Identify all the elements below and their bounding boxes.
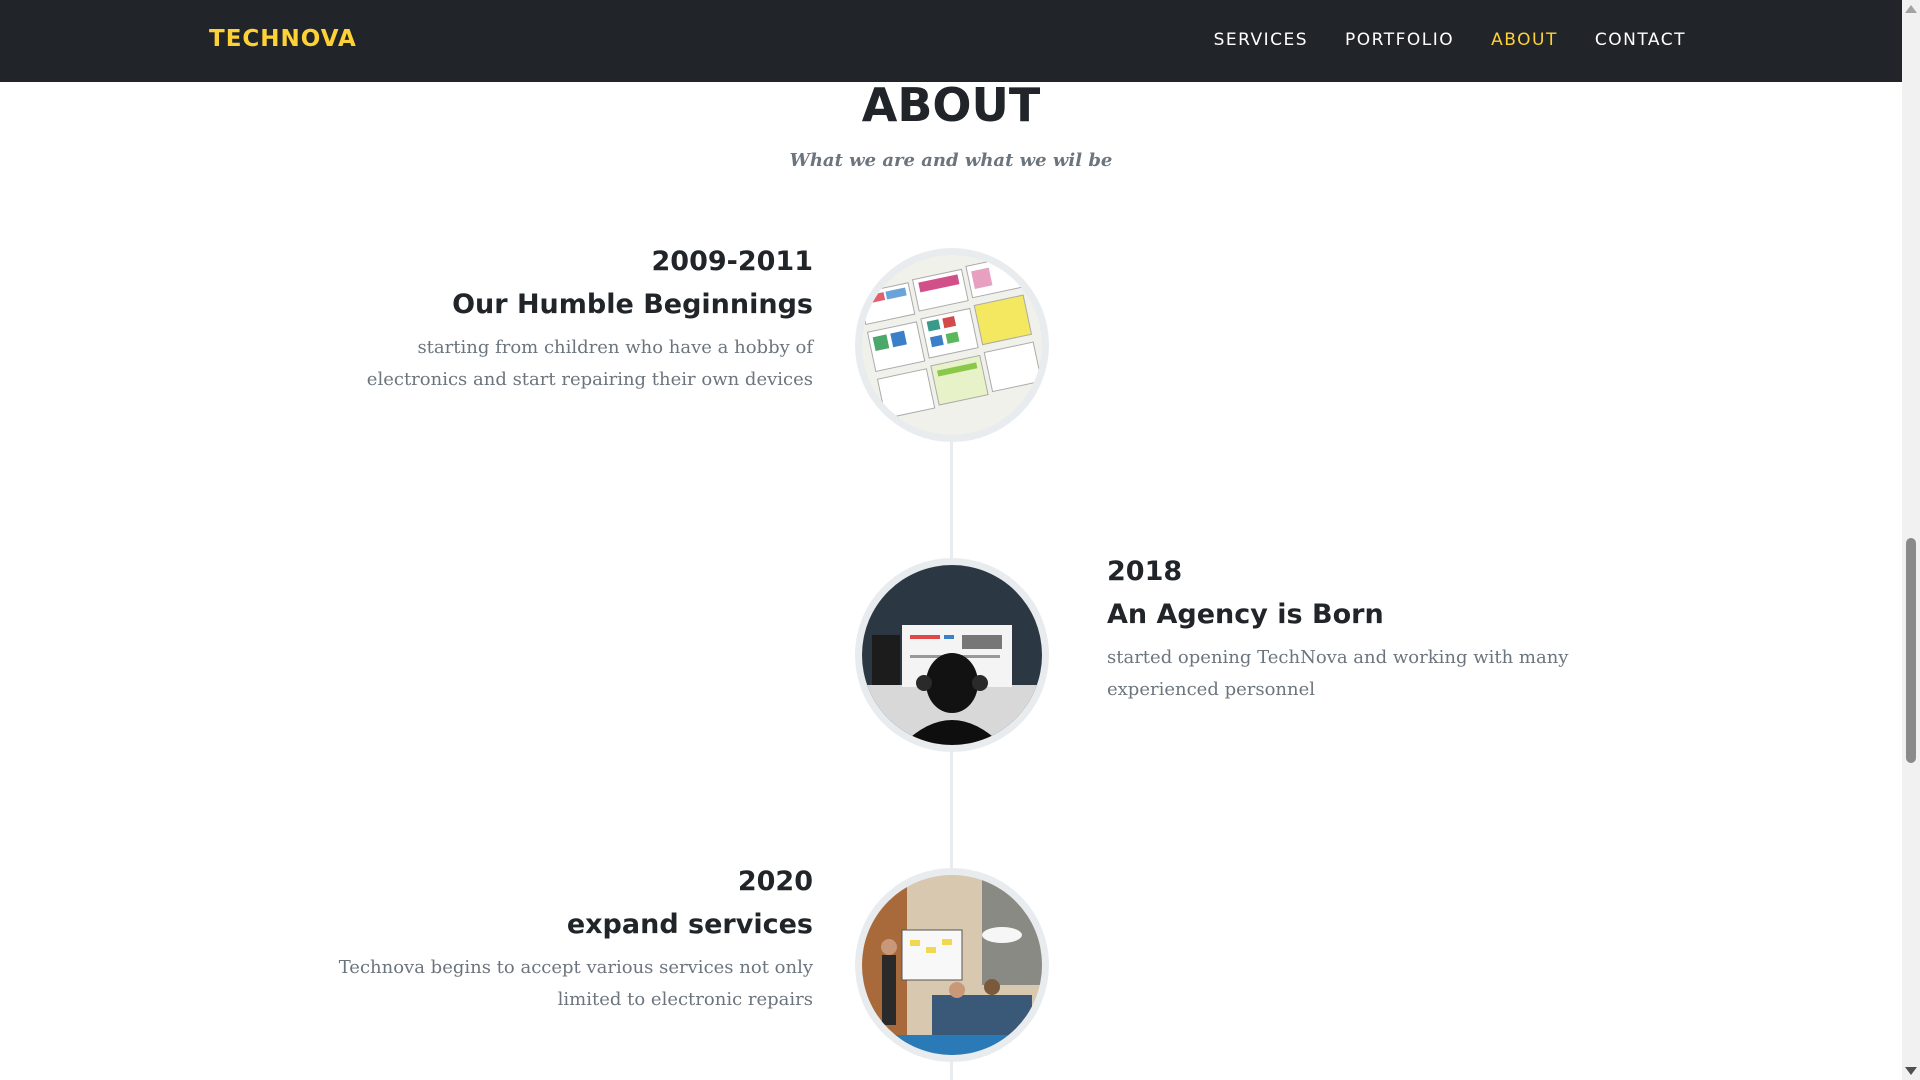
nav-link-services[interactable]: SERVICES <box>1214 30 1308 50</box>
timeline-title: An Agency is Born <box>1107 599 1384 630</box>
timeline-body-line: starting from children who have a hobby … <box>417 337 813 358</box>
timeline-body-line: experienced personnel <box>1107 679 1316 700</box>
timeline-date: 2020 <box>737 866 813 897</box>
scroll-thumb[interactable] <box>1906 538 1916 763</box>
timeline-body: starting from children who have a hobby … <box>293 332 813 396</box>
nav-links: SERVICES PORTFOLIO ABOUT CONTACT <box>1214 30 1686 50</box>
nav-link-portfolio[interactable]: PORTFOLIO <box>1345 30 1454 50</box>
scroll-down-arrow-icon[interactable] <box>1905 1067 1917 1075</box>
timeline-body-line: Technova begins to accept various servic… <box>338 957 813 978</box>
timeline-item-1: 2009-2011 Our Humble Beginnings starting… <box>293 240 813 396</box>
timeline-date: 2009-2011 <box>651 246 814 277</box>
timeline-body-line: limited to electronic repairs <box>557 989 813 1010</box>
timeline-item-2: 2018 An Agency is Born started opening T… <box>1107 550 1627 706</box>
timeline-item-3: 2020 expand services Technova begins to … <box>293 860 813 1016</box>
timeline-body: started opening TechNova and working wit… <box>1107 642 1627 706</box>
timeline-image-agency <box>855 558 1049 752</box>
scroll-up-arrow-icon[interactable] <box>1905 5 1917 13</box>
timeline-title: Our Humble Beginnings <box>452 289 813 320</box>
timeline-body: Technova begins to accept various servic… <box>293 952 813 1016</box>
nav-link-about[interactable]: ABOUT <box>1491 30 1558 50</box>
timeline-body-line: started opening TechNova and working wit… <box>1107 647 1569 668</box>
nav-link-contact[interactable]: CONTACT <box>1595 30 1686 50</box>
timeline-date: 2018 <box>1107 556 1183 587</box>
section-heading: ABOUT <box>861 78 1041 132</box>
timeline-image-team-meeting <box>855 868 1049 1062</box>
navbar: TECHNOVA SERVICES PORTFOLIO ABOUT CONTAC… <box>0 0 1902 82</box>
brand-logo[interactable]: TECHNOVA <box>209 26 357 52</box>
timeline-image-wireframes <box>855 248 1049 442</box>
timeline-body-line: electronics and start repairing their ow… <box>366 369 813 390</box>
timeline-title: expand services <box>566 909 813 940</box>
page-scrollbar[interactable] <box>1902 0 1920 1080</box>
section-subheading: What we are and what we wil be <box>789 150 1113 171</box>
